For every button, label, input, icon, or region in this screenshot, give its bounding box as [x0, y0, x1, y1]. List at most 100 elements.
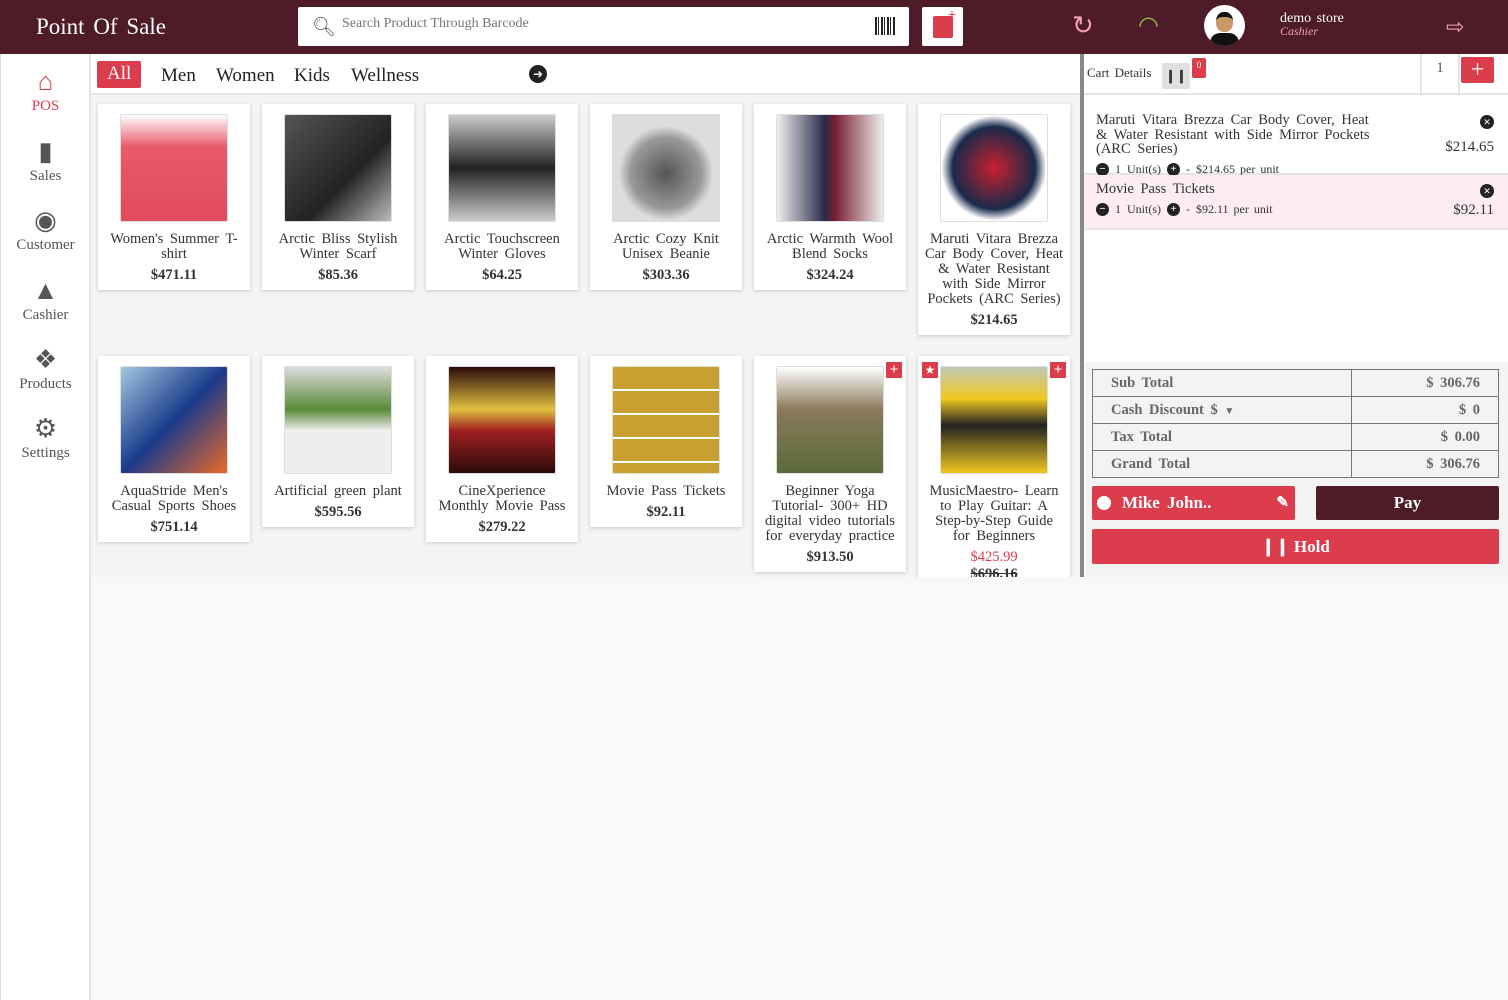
plus-icon[interactable]: +	[1050, 362, 1066, 378]
per-unit-price: $92.11 per unit	[1196, 201, 1273, 216]
new-cart-button[interactable]: +	[1461, 57, 1494, 83]
caret-down-icon: ▼	[1224, 405, 1235, 417]
product-card[interactable]: Arctic Touchscreen Winter Gloves $64.25	[426, 104, 578, 290]
user-circle-icon: ◉	[34, 206, 57, 235]
unit-label: Unit(s)	[1127, 201, 1161, 216]
product-name: Maruti Vitara Brezza Car Body Cover, Hea…	[924, 231, 1064, 307]
discount-row: Cash Discount $ ▼ $ 0	[1092, 396, 1499, 424]
search-input[interactable]	[342, 16, 842, 32]
product-price: $751.14	[150, 519, 198, 535]
cart-item-total: $214.65	[1445, 139, 1494, 155]
product-card[interactable]: CineXperience Monthly Movie Pass $279.22	[426, 356, 578, 542]
product-image	[448, 366, 556, 474]
remove-icon[interactable]: ✕	[1480, 184, 1494, 198]
plus-icon[interactable]: +	[1167, 162, 1180, 176]
add-customer-button[interactable]: +	[922, 7, 963, 46]
plus-icon[interactable]: +	[1167, 202, 1180, 216]
sidebar-item-products[interactable]: ❖ Products	[1, 344, 90, 393]
product-image	[612, 366, 720, 474]
product-card[interactable]: Women's Summer T-shirt $471.11	[98, 104, 250, 290]
product-card[interactable]: Arctic Warmth Wool Blend Socks $324.24	[754, 104, 906, 290]
product-price: $92.11	[646, 504, 686, 520]
product-card[interactable]: Artificial green plant $595.56	[262, 356, 414, 527]
held-orders-button[interactable]: ❙❙	[1162, 63, 1190, 89]
product-name: Movie Pass Tickets	[606, 483, 726, 499]
product-name: Arctic Bliss Stylish Winter Scarf	[278, 231, 398, 262]
product-grid: Women's Summer T-shirt $471.11 Arctic Blis…	[91, 96, 1080, 577]
cart-item-qty: 1	[1115, 201, 1121, 216]
user-role: Cashier	[1280, 24, 1319, 38]
cart-item-total: $92.11	[1453, 202, 1494, 218]
value: $ 306.76	[1351, 369, 1499, 397]
product-card[interactable]: MusicMaestro- Learn to Play Guitar: A St…	[918, 356, 1070, 577]
product-card[interactable]: Maruti Vitara Brezza Car Body Cover, Hea…	[918, 104, 1070, 335]
wifi-icon: ◠	[1138, 13, 1159, 39]
remove-icon[interactable]: ✕	[1480, 115, 1494, 129]
pay-button[interactable]: Pay	[1316, 486, 1499, 520]
product-card[interactable]: Movie Pass Tickets $92.11	[590, 356, 742, 527]
product-name: Women's Summer T-shirt	[110, 231, 238, 262]
sidebar-item-label: Products	[19, 376, 72, 392]
sidebar-item-pos[interactable]: ⌂ POS	[1, 66, 90, 115]
sidebar-item-customer[interactable]: ◉ Customer	[1, 205, 90, 254]
grand-total-row: Grand Total $ 306.76	[1092, 450, 1499, 478]
barcode-icon[interactable]	[875, 17, 895, 35]
hold-button[interactable]: ❙❙ Hold	[1092, 529, 1499, 564]
customer-button[interactable]: Mike John.. ✎	[1092, 486, 1295, 520]
tab-all[interactable]: All	[97, 61, 142, 88]
minus-icon[interactable]: −	[1096, 202, 1109, 216]
product-image	[120, 366, 228, 474]
plus-icon[interactable]: +	[886, 362, 902, 378]
sidebar-item-settings[interactable]: ⚙ Settings	[1, 413, 90, 462]
product-card[interactable]: AquaStride Men's Casual Sports Shoes $751…	[98, 356, 250, 542]
tab-kids[interactable]: Kids	[294, 63, 330, 89]
sidebar-item-sales[interactable]: ▮ Sales	[1, 136, 90, 185]
totals-panel: Sub Total $ 306.76 Cash Discount $ ▼ $ 0 T…	[1085, 362, 1508, 577]
label: Sub Total	[1092, 369, 1352, 397]
search-icon: 🔍︎	[312, 17, 337, 38]
discount-dropdown[interactable]: Cash Discount $ ▼	[1092, 396, 1352, 424]
sidebar-item-label: POS	[31, 98, 60, 114]
label: Grand Total	[1092, 450, 1352, 478]
product-image	[284, 366, 392, 474]
minus-icon[interactable]: −	[1096, 162, 1109, 176]
product-price: $85.36	[318, 267, 358, 283]
product-card[interactable]: Arctic Bliss Stylish Winter Scarf $85.36	[262, 104, 414, 290]
barcode-search[interactable]: 🔍︎	[298, 7, 909, 46]
sidebar-item-label: Customer	[16, 237, 75, 253]
product-price: $64.25	[482, 267, 522, 283]
product-price: $279.22	[478, 519, 526, 535]
pencil-icon[interactable]: ✎	[1276, 486, 1289, 520]
home-icon: ⌂	[37, 67, 54, 96]
cart-item-name: Movie Pass Tickets	[1096, 181, 1215, 197]
star-icon: ★	[922, 362, 938, 378]
product-price: $303.36	[642, 267, 690, 283]
arrow-right-icon[interactable]: ➜	[529, 65, 547, 83]
product-price: $913.50	[806, 549, 854, 565]
product-name: Artificial green plant	[274, 483, 402, 499]
logout-icon[interactable]: ⇨	[1446, 14, 1464, 40]
product-card[interactable]: Arctic Cozy Knit Unisex Beanie $303.36	[590, 104, 742, 290]
customer-name: Mike John..	[1122, 493, 1212, 512]
file-icon: ▮	[38, 137, 53, 166]
held-count-badge: 0	[1192, 58, 1206, 78]
discount-value[interactable]: $ 0	[1351, 396, 1499, 424]
user-circle-icon	[1097, 496, 1111, 510]
cart-number[interactable]: 1	[1420, 54, 1460, 96]
tab-wellness[interactable]: Wellness	[351, 63, 419, 89]
tab-women[interactable]: Women	[216, 63, 275, 89]
plus-icon: +	[948, 8, 956, 23]
sync-icon[interactable]: ↻	[1072, 11, 1094, 41]
totals-table: Sub Total $ 306.76 Cash Discount $ ▼ $ 0 T…	[1092, 369, 1499, 478]
product-price: $471.11	[150, 267, 198, 283]
avatar[interactable]	[1204, 5, 1245, 46]
product-price: $595.56	[314, 504, 362, 520]
tab-men[interactable]: Men	[161, 63, 196, 89]
sidebar-item-label: Settings	[21, 445, 70, 461]
cubes-icon: ❖	[33, 345, 58, 374]
pause-icon: ❙❙	[1261, 537, 1294, 556]
tax-row: Tax Total $ 0.00	[1092, 423, 1499, 451]
product-card[interactable]: Beginner Yoga Tutorial- 300+ HD digital …	[754, 356, 906, 572]
sidebar-item-cashier[interactable]: ▲ Cashier	[1, 275, 90, 324]
value: $ 306.76	[1351, 450, 1499, 478]
